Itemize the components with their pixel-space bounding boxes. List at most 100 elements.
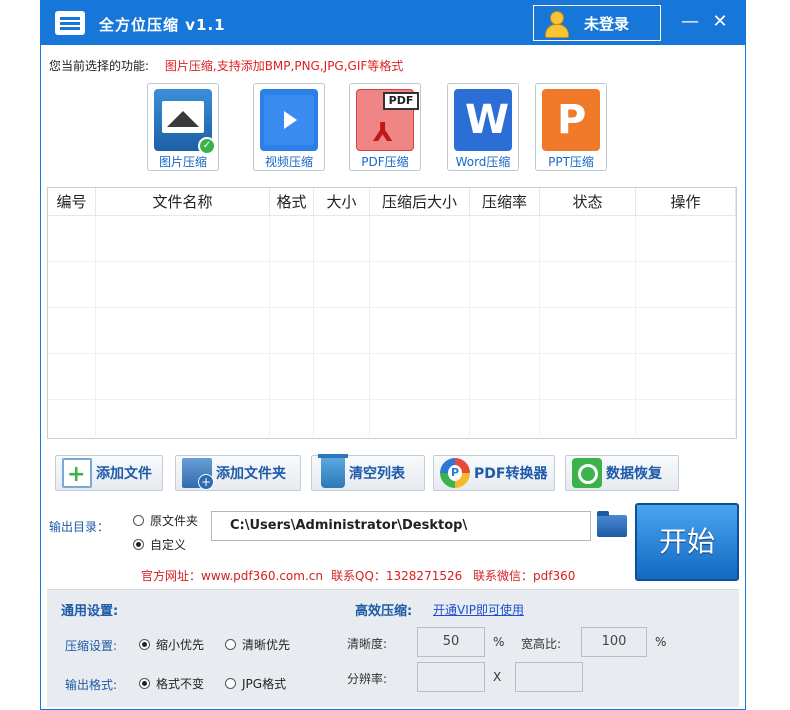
pdf-converter-label: PDF转换器	[474, 466, 548, 482]
format-keep-radio[interactable]: 格式不变	[139, 675, 204, 692]
table-row	[48, 308, 736, 354]
app-logo-icon	[55, 11, 85, 35]
tool-pdf-compress[interactable]: PDF ⅄ PDF压缩	[349, 83, 421, 171]
tool-image-compress[interactable]: ✓ 图片压缩	[147, 83, 219, 171]
main-window: 全方位压缩 v1.1 未登录 — ✕ 您当前选择的功能: 图片压缩,支持添加BM…	[40, 0, 746, 710]
add-file-icon	[62, 458, 92, 488]
tool-ppt-compress[interactable]: P PPT压缩	[535, 83, 607, 171]
add-folder-button[interactable]: 添加文件夹	[175, 455, 301, 491]
tool-label: PDF压缩	[361, 155, 409, 169]
radio-dot	[225, 678, 236, 689]
current-function-label: 您当前选择的功能:	[49, 59, 150, 73]
column-header[interactable]: 编号	[48, 188, 96, 215]
add-file-label: 添加文件	[96, 466, 152, 482]
table-header: 编号 文件名称 格式 大小 压缩后大小 压缩率 状态 操作	[48, 188, 736, 216]
format-jpg-label: JPG格式	[242, 677, 287, 691]
vip-link[interactable]: 开通VIP即可使用	[433, 601, 524, 618]
table-row	[48, 400, 736, 440]
output-path-input[interactable]: C:\Users\Administrator\Desktop\	[211, 511, 591, 541]
resolution-separator: X	[493, 670, 502, 684]
tool-video-compress[interactable]: 视频压缩	[253, 83, 325, 171]
title-bar: 全方位压缩 v1.1 未登录 — ✕	[41, 1, 745, 45]
data-restore-button[interactable]: 数据恢复	[565, 455, 679, 491]
clear-list-label: 清空列表	[349, 466, 405, 482]
data-restore-label: 数据恢复	[606, 466, 662, 482]
browse-folder-icon[interactable]	[597, 511, 627, 537]
resolution-label: 分辨率:	[347, 672, 388, 686]
pdf-compress-icon: PDF ⅄	[356, 89, 419, 151]
radio-dot-selected	[139, 639, 150, 650]
ratio-unit: %	[655, 635, 667, 649]
add-folder-icon	[182, 458, 214, 490]
minimize-button[interactable]: —	[679, 11, 701, 33]
output-custom-radio[interactable]: 自定义	[133, 536, 186, 553]
column-header[interactable]: 文件名称	[96, 188, 270, 215]
word-compress-icon: W	[454, 89, 512, 151]
output-original-radio[interactable]: 原文件夹	[133, 512, 198, 529]
column-header[interactable]: 操作	[636, 188, 736, 215]
pdf-tag: PDF	[383, 92, 419, 110]
ratio-input[interactable]: 100	[581, 627, 647, 657]
output-format-label: 输出格式:	[65, 678, 118, 692]
resolution-width-input[interactable]	[417, 662, 485, 692]
pdf-converter-button[interactable]: PDF转换器	[433, 455, 555, 491]
user-icon	[542, 9, 570, 38]
tool-label: 图片压缩	[158, 155, 207, 169]
format-keep-label: 格式不变	[156, 677, 205, 691]
tool-word-compress[interactable]: W Word压缩	[447, 83, 519, 171]
general-settings-title: 通用设置:	[61, 604, 119, 619]
table-row	[48, 354, 736, 400]
image-compress-icon: ✓	[154, 89, 216, 155]
resolution-height-input[interactable]	[515, 662, 583, 692]
current-function-value: 图片压缩,支持添加BMP,PNG,JPG,GIF等格式	[164, 59, 404, 73]
clarity-label: 清晰度:	[347, 637, 388, 651]
pdf-converter-icon	[440, 458, 470, 488]
radio-dot	[133, 515, 144, 526]
login-label: 未登录	[584, 14, 630, 33]
trash-icon	[318, 454, 348, 488]
website-text: 官方网址：www.pdf360.com.cn	[141, 569, 323, 583]
column-header[interactable]: 压缩率	[470, 188, 540, 215]
ppt-compress-icon: P	[542, 89, 600, 151]
add-file-button[interactable]: 添加文件	[55, 455, 163, 491]
wechat-text: 联系微信：pdf360	[473, 569, 576, 583]
format-jpg-radio[interactable]: JPG格式	[225, 675, 286, 692]
table-row	[48, 262, 736, 308]
login-button[interactable]: 未登录	[533, 5, 661, 41]
add-folder-label: 添加文件夹	[216, 466, 286, 482]
column-header[interactable]: 大小	[314, 188, 370, 215]
clear-list-button[interactable]: 清空列表	[311, 454, 425, 491]
acrobat-symbol: ⅄	[373, 118, 393, 148]
word-glyph: W	[465, 97, 510, 143]
radio-dot-selected	[139, 678, 150, 689]
efficient-compress-title: 高效压缩:	[355, 604, 413, 619]
compress-small-label: 缩小优先	[156, 638, 205, 652]
radio-dot	[225, 639, 236, 650]
start-button[interactable]: 开始	[635, 503, 739, 581]
output-dir-label: 输出目录：	[49, 520, 110, 534]
output-custom-label: 自定义	[150, 538, 187, 552]
ppt-glyph: P	[557, 97, 587, 143]
video-compress-icon	[260, 89, 318, 151]
ratio-label: 宽高比:	[521, 637, 562, 651]
qq-text: 联系QQ：1328271526	[331, 569, 463, 583]
compress-clear-label: 清晰优先	[242, 638, 291, 652]
table-row	[48, 216, 736, 262]
app-title: 全方位压缩 v1.1	[99, 16, 226, 34]
compress-setting-label: 压缩设置:	[65, 639, 118, 653]
file-list-table[interactable]: 编号 文件名称 格式 大小 压缩后大小 压缩率 状态 操作	[47, 187, 737, 440]
compress-clear-radio[interactable]: 清晰优先	[225, 636, 290, 653]
column-header[interactable]: 状态	[540, 188, 636, 215]
tool-label: 视频压缩	[264, 155, 313, 169]
close-button[interactable]: ✕	[709, 11, 731, 33]
column-header[interactable]: 压缩后大小	[370, 188, 470, 215]
tool-label: PPT压缩	[548, 155, 594, 169]
tool-label: Word压缩	[455, 155, 511, 169]
clarity-input[interactable]: 50	[417, 627, 485, 657]
compress-small-radio[interactable]: 缩小优先	[139, 636, 204, 653]
restore-icon	[572, 458, 602, 488]
clarity-unit: %	[493, 635, 505, 649]
settings-panel: 通用设置: 高效压缩: 开通VIP即可使用 压缩设置: 缩小优先 清晰优先 输出…	[47, 589, 739, 707]
radio-dot-selected	[133, 539, 144, 550]
column-header[interactable]: 格式	[270, 188, 314, 215]
